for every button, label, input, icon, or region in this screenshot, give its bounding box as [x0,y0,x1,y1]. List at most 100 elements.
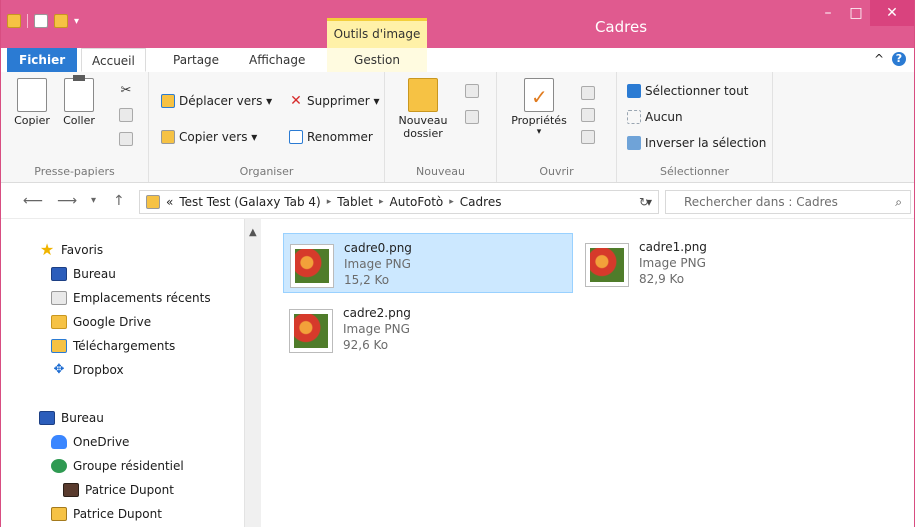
desktop-icon [39,411,55,425]
new-folder-label-2: dossier [403,127,443,140]
nav-item-label: Dropbox [73,363,124,377]
nav-desktop[interactable]: Bureau [39,411,104,425]
nav-item-dropbox[interactable]: ✥ Dropbox [51,363,124,378]
history-icon[interactable] [581,130,595,144]
close-icon[interactable]: ✕ [870,0,914,26]
forward-icon[interactable]: ⟶ [57,193,77,209]
paste-shortcut-icon[interactable] [119,132,133,146]
delete-button[interactable]: ✕ Supprimer ▾ [289,93,379,109]
move-to-button[interactable]: Déplacer vers ▾ [161,94,272,108]
organize-group: Déplacer vers ▾ Copier vers ▾ ✕ Supprime… [149,72,385,182]
help-icon[interactable]: ? [892,52,906,66]
navigation-scrollbar[interactable]: ▲ [244,219,261,527]
location-folder-icon [146,195,160,209]
file-item[interactable]: cadre0.png Image PNG 15,2 Ko [283,233,573,293]
delete-icon: ✕ [290,93,302,109]
invert-selection-button[interactable]: Inverser la sélection [627,136,766,150]
edit-icon[interactable] [581,108,595,122]
address-bar[interactable]: « Test Test (Galaxy Tab 4) ▸ Tablet ▸ Au… [139,190,659,214]
select-all-icon [627,84,641,98]
collapse-ribbon-icon[interactable]: ^ [874,52,884,66]
select-all-label: Sélectionner tout [645,84,749,98]
qat-dropdown-icon[interactable]: ▾ [74,16,79,27]
file-list[interactable]: cadre0.png Image PNG 15,2 Ko cadre1.png … [261,219,914,527]
tab-view[interactable]: Affichage [239,48,315,72]
copy-to-button[interactable]: Copier vers ▾ [161,130,257,144]
tab-share[interactable]: Partage [163,48,229,72]
nav-item-label: Bureau [73,267,116,281]
file-name: cadre1.png [639,240,707,254]
nav-item-onedrive[interactable]: OneDrive [51,435,129,449]
nav-item-google-drive[interactable]: Google Drive [51,315,151,329]
new-folder-button[interactable]: Nouveau dossier [395,78,451,140]
search-placeholder: Rechercher dans : Cadres [684,195,838,209]
breadcrumb-2[interactable]: AutoFotò [390,195,444,209]
breadcrumb-1[interactable]: Tablet [337,195,373,209]
refresh-icon[interactable]: ↻ [639,195,649,209]
organize-group-label: Organiser [239,165,294,178]
recent-locations-icon[interactable]: ▾ [91,195,96,206]
rename-button[interactable]: Renommer [289,130,373,144]
nav-item-downloads[interactable]: Téléchargements [51,339,175,353]
back-icon[interactable]: ⟵ [23,193,43,209]
scroll-up-icon[interactable]: ▲ [249,227,257,238]
nav-favorites[interactable]: ★ Favoris [39,240,104,259]
select-none-label: Aucun [645,110,683,124]
invert-selection-label: Inverser la sélection [645,136,767,150]
new-item-icon[interactable] [465,84,479,98]
properties-button[interactable]: Propriétés ▾ [507,78,571,137]
file-item[interactable]: cadre1.png Image PNG 82,9 Ko [579,233,891,301]
new-folder-icon[interactable] [54,14,68,28]
select-all-button[interactable]: Sélectionner tout [627,84,748,98]
tab-home[interactable]: Accueil [81,48,146,72]
breadcrumb-prefix[interactable]: « [166,195,173,209]
up-icon[interactable]: ↑ [113,193,125,209]
file-item[interactable]: cadre2.png Image PNG 92,6 Ko [283,299,585,367]
open-icon[interactable] [581,86,595,100]
select-group-label: Sélectionner [660,165,729,178]
tab-manage[interactable]: Gestion [327,48,427,72]
breadcrumb-separator-icon[interactable]: ▸ [327,197,332,207]
invert-selection-icon [627,136,641,150]
search-box[interactable]: Rechercher dans : Cadres ⌕ [665,190,911,214]
folder-icon[interactable] [7,14,21,28]
rename-label: Renommer [307,130,373,144]
png-thumbnail-icon [289,309,333,353]
search-icon[interactable]: ⌕ [895,195,902,210]
paste-button[interactable]: Coller [57,75,101,127]
qat-separator [27,14,28,28]
breadcrumb-3[interactable]: Cadres [460,195,502,209]
star-icon: ★ [39,240,55,259]
image-tools-tab[interactable]: Outils d'image [327,18,427,48]
file-info: cadre1.png Image PNG 82,9 Ko [639,237,707,287]
nav-item-recent[interactable]: Emplacements récents [51,291,211,305]
file-size: 92,6 Ko [343,338,389,352]
nav-item-homegroup[interactable]: Groupe résidentiel [51,459,184,473]
nav-favorites-label: Favoris [61,243,104,257]
tab-file[interactable]: Fichier [7,48,78,72]
nav-item-user[interactable]: Patrice Dupont [63,483,174,497]
file-info: cadre2.png Image PNG 92,6 Ko [343,303,411,353]
easy-access-icon[interactable] [465,110,479,124]
breadcrumb-separator-icon[interactable]: ▸ [379,197,384,207]
copy-icon [17,78,47,112]
file-info: cadre0.png Image PNG 15,2 Ko [344,238,412,288]
new-folder-big-icon [408,78,438,112]
cut-icon[interactable]: ✂ [119,84,133,98]
nav-item-label: Google Drive [73,315,152,329]
select-none-button[interactable]: Aucun [627,110,683,124]
nav-item-label: OneDrive [73,435,130,449]
maximize-icon[interactable]: □ [842,0,870,26]
nav-item-label: Patrice Dupont [85,483,174,497]
breadcrumb-separator-icon[interactable]: ▸ [449,197,454,207]
properties-label: Propriétés [511,114,567,127]
copy-button[interactable]: Copier [9,78,55,127]
minimize-icon[interactable]: – [814,0,842,26]
nav-item-desktop-fav[interactable]: Bureau [51,267,116,281]
properties-icon[interactable] [34,14,48,28]
navigation-pane[interactable]: ★ Favoris Bureau Emplacements récents Go… [1,219,261,527]
nav-item-user-folder[interactable]: Patrice Dupont [51,507,162,521]
breadcrumb-0[interactable]: Test Test (Galaxy Tab 4) [179,195,320,209]
copy-path-icon[interactable] [119,108,133,122]
file-type: Image PNG [343,322,410,336]
